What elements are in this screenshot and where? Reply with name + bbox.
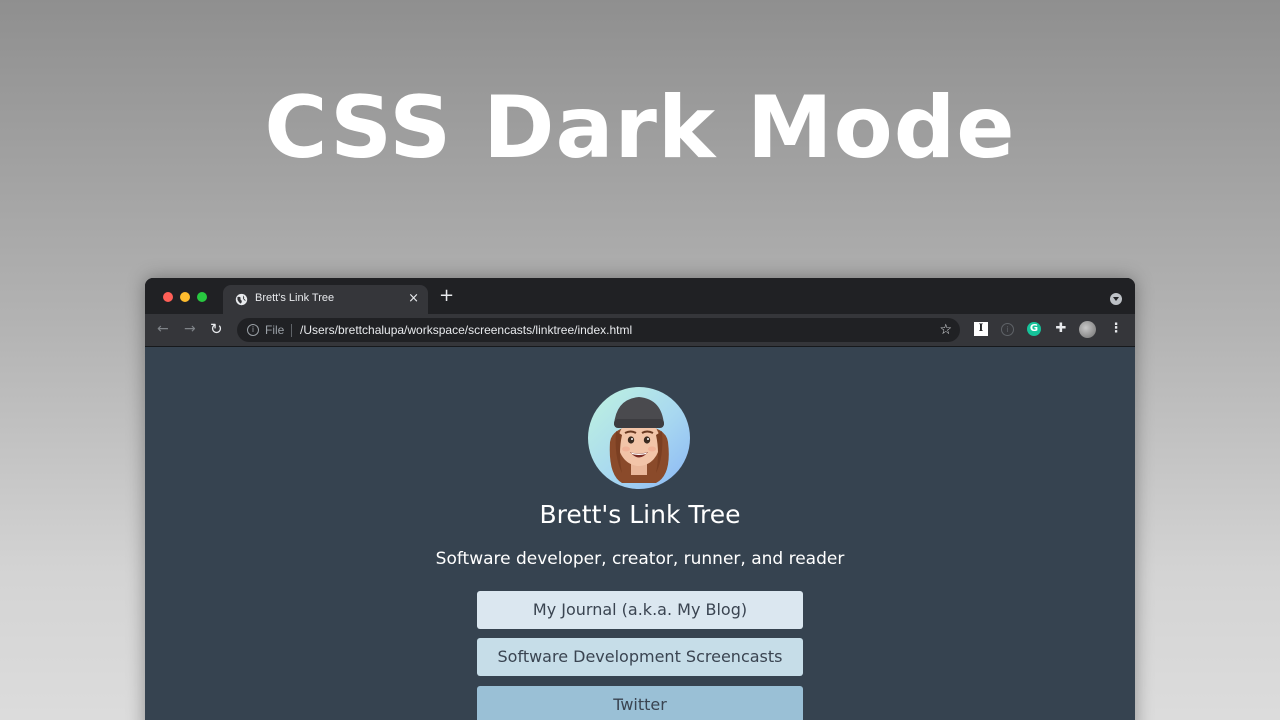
address-bar[interactable]: i File /Users/brettchalupa/workspace/scr… [237,318,960,342]
url-text[interactable]: /Users/brettchalupa/workspace/screencast… [300,323,632,337]
bookmark-star-icon[interactable]: ☆ [939,321,952,339]
extension-info-icon[interactable]: i [1001,323,1014,336]
url-scheme: File [265,323,285,337]
avatar [588,387,690,489]
page-title: Brett's Link Tree [539,500,741,529]
tab-title: Brett's Link Tree [255,292,335,304]
new-tab-button[interactable]: + [439,287,454,305]
forward-button[interactable]: → [184,320,196,338]
link-button-journal[interactable]: My Journal (a.k.a. My Blog) [477,591,803,629]
tab-search-icon[interactable] [1110,293,1122,305]
globe-icon [235,293,248,306]
toolbar: ← → ↻ i File /Users/brettchalupa/workspa… [145,314,1135,346]
tab-strip: Brett's Link Tree × + [145,278,1135,314]
tab-close-icon[interactable]: × [408,291,419,307]
reload-button[interactable]: ↻ [210,320,223,338]
tab-active[interactable]: Brett's Link Tree × [223,285,428,314]
browser-window: Brett's Link Tree × + ← → ↻ i File /User… [145,278,1135,720]
memoji-avatar-image [609,397,669,483]
link-button-screencasts[interactable]: Software Development Screencasts [477,638,803,676]
page-viewport: Brett's Link Tree Software developer, cr… [145,346,1135,720]
info-icon[interactable]: i [247,324,259,336]
menu-icon[interactable]: ⋮ [1109,322,1123,336]
back-button[interactable]: ← [157,320,169,338]
minimize-window-button[interactable] [180,292,190,302]
puzzle-icon[interactable]: ✚ [1054,322,1068,336]
url-separator [291,324,292,337]
instapaper-icon[interactable]: I [974,322,988,336]
page-subtitle: Software developer, creator, runner, and… [435,549,845,569]
maximize-window-button[interactable] [197,292,207,302]
close-window-button[interactable] [163,292,173,302]
headline: CSS Dark Mode [264,78,1016,178]
link-button-twitter[interactable]: Twitter [477,686,803,720]
grammarly-icon[interactable]: G [1027,322,1041,336]
profile-avatar[interactable] [1079,321,1096,338]
